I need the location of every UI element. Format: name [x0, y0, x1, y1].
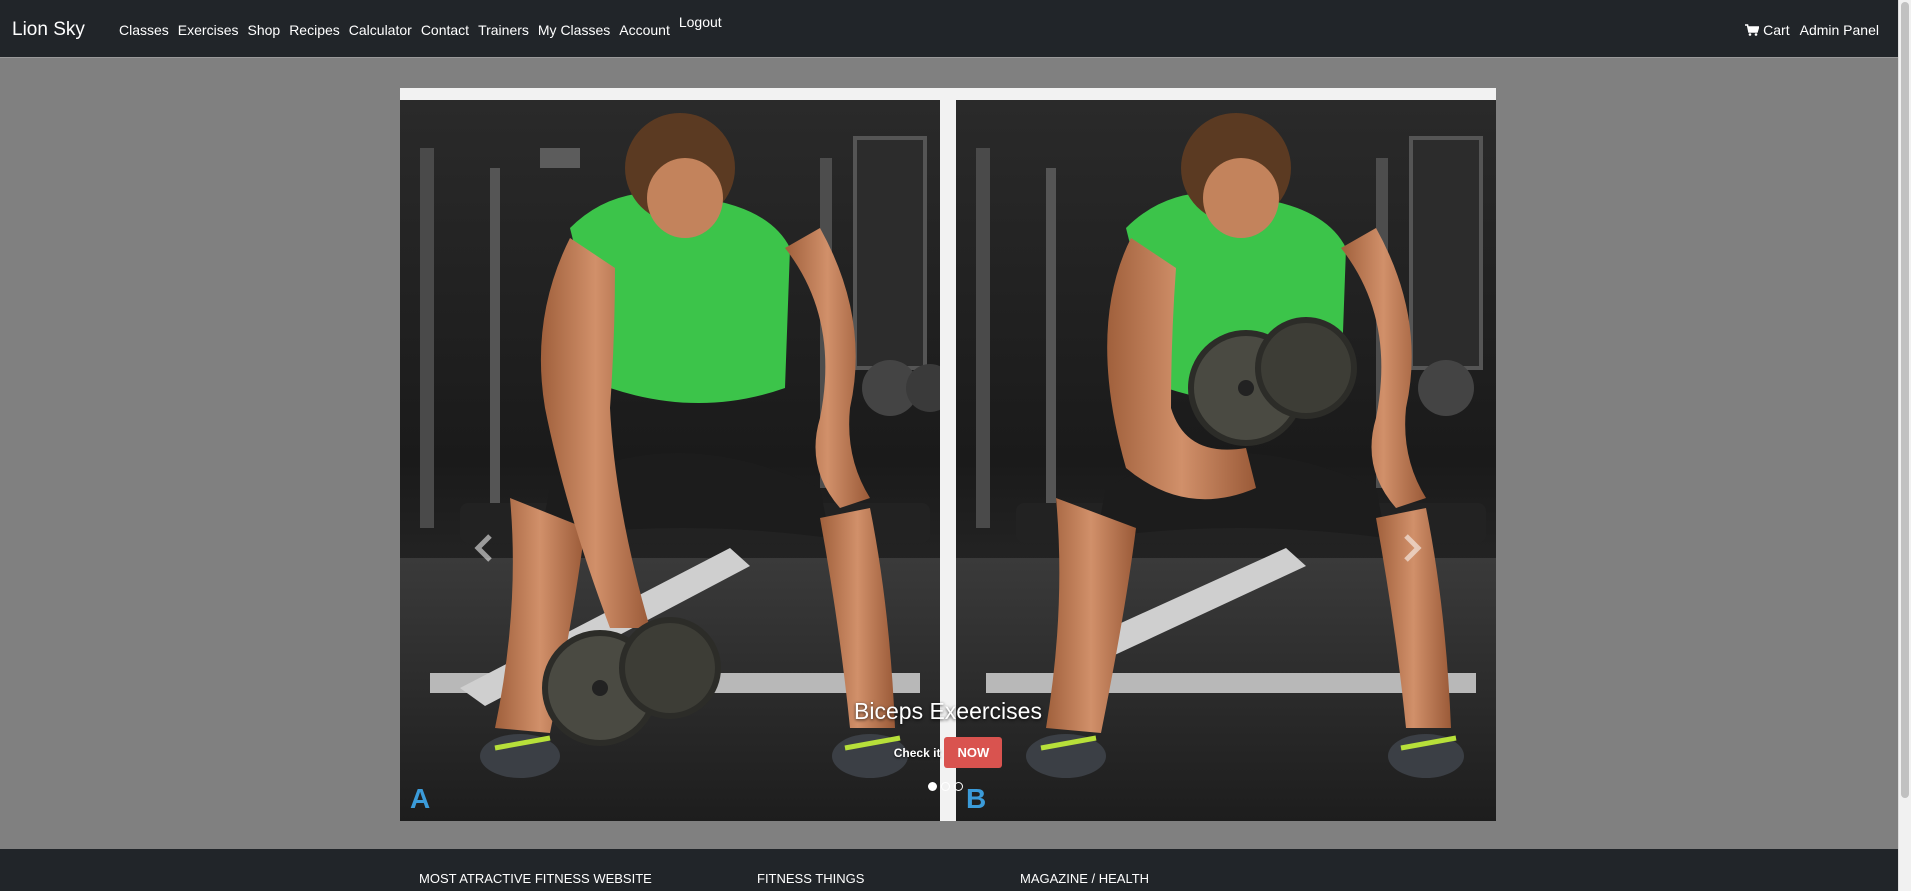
- footer-heading-website: MOST ATRACTIVE FITNESS WEBSITE: [419, 871, 652, 886]
- nav-item-logout[interactable]: Logout: [679, 14, 722, 30]
- cart-label: Cart: [1763, 22, 1790, 38]
- caption-cta-row: Check it NOW: [400, 737, 1496, 768]
- cart-icon: [1745, 24, 1760, 36]
- scrollbar-thumb[interactable]: [1901, 2, 1909, 798]
- carousel-next-button[interactable]: [1392, 528, 1432, 568]
- carousel-indicator-3[interactable]: [954, 782, 963, 791]
- nav-item-shop[interactable]: Shop: [247, 22, 280, 38]
- nav-item-account[interactable]: Account: [619, 22, 670, 38]
- nav-item-classes[interactable]: Classes: [119, 22, 169, 38]
- nav-item-calculator[interactable]: Calculator: [349, 22, 412, 38]
- chevron-left-icon: [474, 534, 492, 562]
- carousel-indicator-2[interactable]: [941, 782, 950, 791]
- admin-panel-link[interactable]: Admin Panel: [1800, 22, 1879, 38]
- svg-text:A: A: [410, 783, 430, 814]
- cart-link[interactable]: Cart: [1745, 22, 1790, 38]
- nav-item-contact[interactable]: Contact: [421, 22, 469, 38]
- chevron-right-icon: [1404, 534, 1422, 562]
- nav-item-recipes[interactable]: Recipes: [289, 22, 340, 38]
- now-button[interactable]: NOW: [944, 737, 1003, 768]
- footer: MOST ATRACTIVE FITNESS WEBSITE FITNESS T…: [0, 849, 1899, 891]
- hero-carousel: A B Biceps Exeercises Check it NOW: [400, 88, 1496, 821]
- carousel-indicator-1[interactable]: [928, 782, 937, 791]
- check-it-text: Check it: [893, 745, 941, 760]
- nav-item-trainers[interactable]: Trainers: [478, 22, 529, 38]
- carousel-caption: Biceps Exeercises Check it NOW: [400, 698, 1496, 768]
- nav-right: Cart Admin Panel: [1735, 22, 1879, 38]
- nav-item-exercises[interactable]: Exercises: [178, 22, 239, 38]
- carousel-prev-button[interactable]: [464, 528, 504, 568]
- navbar: Lion Sky Classes Exercises Shop Recipes …: [0, 0, 1911, 58]
- footer-heading-magazine: MAGAZINE / HEALTH: [1020, 871, 1150, 886]
- nav-item-my-classes[interactable]: My Classes: [538, 22, 610, 38]
- carousel-indicators: [928, 782, 963, 791]
- nav-links: Classes Exercises Shop Recipes Calculato…: [119, 14, 731, 38]
- page-scrollbar[interactable]: [1898, 0, 1911, 891]
- slide-title: Biceps Exeercises: [854, 698, 1042, 724]
- footer-heading-fitness-things: FITNESS THINGS: [757, 871, 865, 886]
- svg-text:B: B: [966, 783, 986, 814]
- brand-logo[interactable]: Lion Sky: [12, 19, 85, 41]
